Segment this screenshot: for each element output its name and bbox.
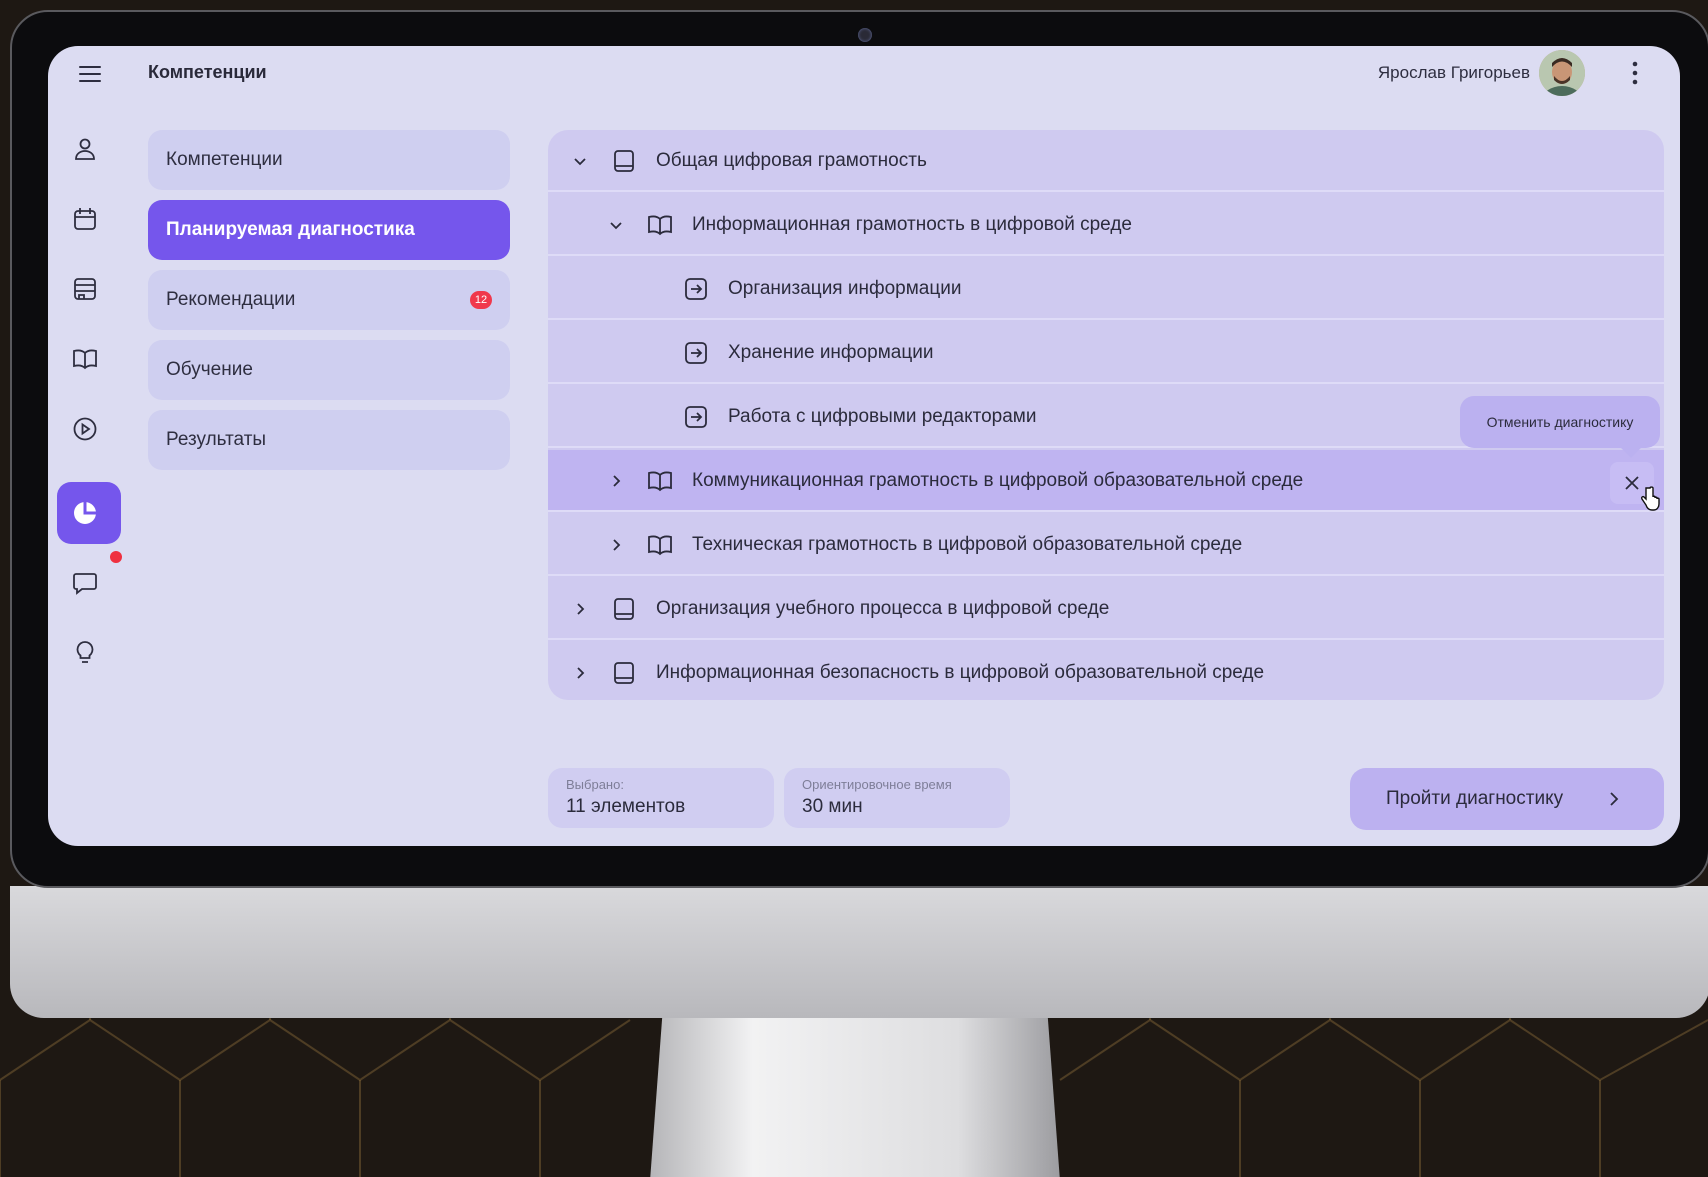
tree-row-label: Работа с цифровыми редакторами <box>728 406 1037 427</box>
tree-row[interactable]: Общая цифровая грамотность <box>548 130 1664 192</box>
user-name[interactable]: Ярослав Григорьев <box>1378 63 1530 83</box>
tree-row[interactable]: Хранение информации <box>548 322 1664 384</box>
play-icon[interactable] <box>68 412 102 446</box>
avatar-image <box>1539 50 1585 96</box>
nav-item-label: Рекомендации <box>166 289 296 310</box>
nav-item-planned-diagnostics[interactable]: Планируемая диагностика <box>148 200 510 260</box>
tree-row[interactable]: Организация информации <box>548 258 1664 320</box>
tree-row-label: Общая цифровая грамотность <box>656 150 927 171</box>
book-open-icon <box>646 467 674 495</box>
tree-row-label: Информационная грамотность в цифровой ср… <box>692 214 1132 235</box>
nav-item-results[interactable]: Результаты <box>148 410 510 470</box>
tree-row-label: Коммуникационная грамотность в цифровой … <box>692 470 1304 491</box>
tree-row[interactable]: Организация учебного процесса в цифровой… <box>548 578 1664 640</box>
nav-item-competencies[interactable]: Компетенции <box>148 130 510 190</box>
chevron-right-icon <box>1610 792 1619 806</box>
selected-caption: Выбрано: <box>566 777 624 792</box>
user-icon[interactable] <box>68 132 102 166</box>
arrow-box-icon <box>682 403 710 431</box>
nav-item-label: Обучение <box>166 359 253 380</box>
nav-item-label: Планируемая диагностика <box>166 219 415 240</box>
close-icon <box>1625 476 1639 490</box>
tree-row-label: Организация информации <box>728 278 962 299</box>
nav-item-label: Компетенции <box>166 149 283 170</box>
tree-row-label: Информационная безопасность в цифровой о… <box>656 662 1265 683</box>
chat-icon[interactable] <box>68 566 102 600</box>
hamburger-menu-icon[interactable] <box>76 60 104 88</box>
start-diagnostic-button[interactable]: Пройти диагностику <box>1350 768 1664 830</box>
app-screen: Компетенции Ярослав Григорьев Компетенци… <box>48 46 1680 846</box>
avatar[interactable] <box>1539 50 1585 96</box>
page-title: Компетенции <box>148 62 267 82</box>
estimated-time-card: Ориентировочное время 30 мин <box>784 768 1010 828</box>
monitor-stand <box>650 1016 1060 1177</box>
tooltip-label: Отменить диагностику <box>1486 414 1634 430</box>
notification-dot <box>110 551 122 563</box>
selected-value: 11 элементов <box>566 796 686 817</box>
book-open-icon <box>646 211 674 239</box>
cancel-diagnostic-tooltip: Отменить диагностику <box>1460 396 1660 448</box>
book-open-icon <box>646 531 674 559</box>
arrow-box-icon <box>682 275 710 303</box>
nav-item-recommendations[interactable]: Рекомендации 12 <box>148 270 510 330</box>
chevron-down-icon[interactable] <box>602 211 630 239</box>
time-value: 30 мин <box>802 796 863 817</box>
more-options-icon[interactable] <box>1628 58 1642 88</box>
nav-item-learning[interactable]: Обучение <box>148 340 510 400</box>
calendar-icon[interactable] <box>68 202 102 236</box>
recommendations-badge: 12 <box>470 291 492 309</box>
arrow-box-icon <box>682 339 710 367</box>
chevron-down-icon[interactable] <box>566 147 594 175</box>
inbox-icon[interactable] <box>68 272 102 306</box>
time-caption: Ориентировочное время <box>802 777 952 792</box>
book-closed-icon <box>610 659 638 687</box>
book-icon[interactable] <box>68 342 102 376</box>
tree-row-label: Организация учебного процесса в цифровой… <box>656 598 1110 619</box>
book-closed-icon <box>610 147 638 175</box>
chevron-right-icon[interactable] <box>566 595 594 623</box>
tree-row[interactable]: Техническая грамотность в цифровой образ… <box>548 514 1664 576</box>
tree-row-label: Техническая грамотность в цифровой образ… <box>692 534 1243 555</box>
start-diagnostic-label: Пройти диагностику <box>1386 788 1564 809</box>
tree-row[interactable]: Информационная безопасность в цифровой о… <box>548 642 1664 700</box>
hand-cursor-icon <box>1641 486 1660 511</box>
webcam <box>858 28 872 42</box>
lightbulb-icon[interactable] <box>68 636 102 670</box>
selected-count-card: Выбрано: 11 элементов <box>548 768 774 828</box>
pie-chart-icon[interactable] <box>68 496 102 530</box>
chevron-right-icon[interactable] <box>602 467 630 495</box>
tree-row[interactable]: Информационная грамотность в цифровой ср… <box>548 194 1664 256</box>
monitor-chin <box>10 886 1708 1018</box>
chevron-right-icon[interactable] <box>566 659 594 687</box>
chevron-right-icon[interactable] <box>602 531 630 559</box>
nav-item-label: Результаты <box>166 429 267 450</box>
book-closed-icon <box>610 595 638 623</box>
tree-row-label: Хранение информации <box>728 342 934 363</box>
tree-row-highlighted[interactable]: Коммуникационная грамотность в цифровой … <box>548 450 1664 512</box>
